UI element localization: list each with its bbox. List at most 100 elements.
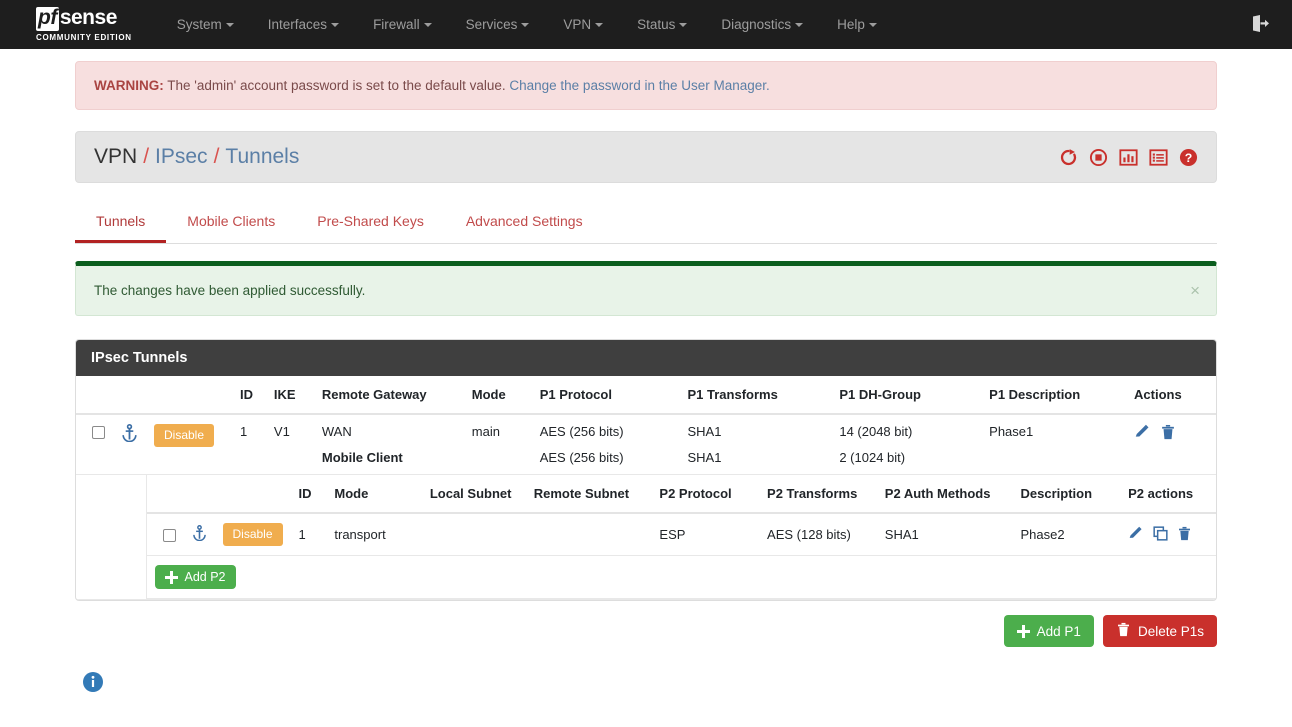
nav-label-help: Help (837, 17, 865, 32)
tab-tunnels[interactable]: Tunnels (75, 201, 167, 243)
p2-col-select (146, 475, 184, 514)
page-header: VPN / IPsec / Tunnels ? (75, 131, 1217, 183)
chevron-down-icon (795, 23, 804, 28)
nav-item-system[interactable]: System (160, 0, 251, 49)
p2-col-remote-subnet: Remote Subnet (525, 475, 652, 514)
nav-item-diagnostics[interactable]: Diagnostics (704, 0, 820, 49)
nav-item-vpn[interactable]: VPN (546, 0, 620, 49)
close-icon[interactable]: × (1190, 282, 1200, 299)
stop-service-icon[interactable] (1089, 148, 1108, 167)
warning-prefix: WARNING: (94, 78, 164, 93)
help-icon[interactable]: ? (1179, 148, 1198, 167)
breadcrumb-ipsec[interactable]: IPsec (155, 145, 208, 169)
nav-label-diagnostics: Diagnostics (721, 17, 792, 32)
warning-text: The 'admin' account password is set to t… (167, 78, 506, 93)
p2-col-auth-methods: P2 Auth Methods (876, 475, 1013, 514)
disable-p2-button[interactable]: Disable (222, 523, 283, 546)
info-icon[interactable] (82, 672, 104, 696)
edit-p2-icon[interactable] (1128, 526, 1143, 544)
table-row: Disable 1 V1 WAN Mobile Client main AES … (76, 414, 1216, 475)
p1-row-transforms: SHA1 SHA1 (679, 414, 832, 475)
tab-label-advanced-settings: Advanced Settings (465, 213, 583, 229)
edit-p1-icon[interactable] (1134, 424, 1150, 443)
chevron-down-icon (225, 23, 234, 28)
breadcrumb-separator: / (143, 145, 150, 168)
nav-label-interfaces: Interfaces (267, 17, 328, 32)
p2-col-transforms: P2 Transforms (759, 475, 877, 514)
anchor-icon[interactable] (192, 525, 207, 544)
p2-indent-cell (76, 474, 147, 600)
p1-table-head: ID IKE Remote Gateway Mode P1 Protocol P… (76, 376, 1216, 415)
p1-col-transforms: P1 Transforms (679, 376, 832, 415)
p1-col-mode: Mode (463, 376, 532, 415)
p1-col-protocol: P1 Protocol (531, 376, 680, 415)
p2-col-status (214, 475, 291, 514)
p1-row-ike: V1 (265, 414, 314, 475)
p1-row-checkbox[interactable] (92, 426, 105, 440)
pfsense-logo[interactable]: pf sense COMMUNITY EDITION (36, 7, 132, 41)
delete-p2-icon[interactable] (1177, 526, 1192, 544)
p2-col-anchor (183, 475, 215, 514)
p1-row-mode: main (463, 414, 532, 475)
delete-p1-icon[interactable] (1160, 424, 1176, 443)
copy-p2-icon[interactable] (1153, 525, 1168, 544)
p1-col-actions: Actions (1126, 376, 1216, 415)
breadcrumb: VPN / IPsec / Tunnels (94, 145, 299, 169)
brand-pf: pf (36, 6, 59, 31)
nav-item-status[interactable]: Status (620, 0, 704, 49)
chevron-down-icon (521, 23, 530, 28)
brand-logo-text: pf sense (36, 6, 132, 31)
breadcrumb-root: VPN (94, 145, 138, 168)
p2-row-checkbox[interactable] (162, 529, 176, 543)
nav-item-services[interactable]: Services (449, 0, 547, 49)
p2-row-actions (1120, 513, 1216, 556)
p2-header-row: ID Mode Local Subnet Remote Subnet P2 Pr… (146, 475, 1216, 514)
p1-col-remote-gateway: Remote Gateway (313, 376, 464, 415)
plus-icon (164, 570, 178, 584)
p1-row-id: 1 (231, 414, 266, 475)
chevron-down-icon (868, 23, 877, 28)
status-graph-icon[interactable] (1119, 148, 1138, 167)
delete-p1s-button[interactable]: Delete P1s (1102, 615, 1217, 647)
p1-remote-gateway-line2: Mobile Client (321, 450, 403, 465)
p1-protocol-line2: AES (256 bits) (539, 450, 624, 465)
p1-remote-gateway-line1: WAN (321, 424, 352, 439)
nav-label-vpn: VPN (563, 17, 592, 32)
p2-col-mode: Mode (326, 475, 422, 514)
success-alert: The changes have been applied successful… (75, 261, 1217, 316)
log-list-icon[interactable] (1149, 148, 1168, 167)
ipsec-tunnels-panel: IPsec Tunnels ID IKE Remote Gateway Mode… (75, 339, 1217, 601)
chevron-down-icon (331, 23, 340, 28)
add-p2-button[interactable]: Add P2 (154, 565, 236, 589)
breadcrumb-separator: / (213, 145, 220, 168)
logout-icon[interactable] (1250, 13, 1270, 36)
nav-label-status: Status (637, 17, 676, 32)
anchor-icon[interactable] (121, 424, 138, 445)
top-navbar: pf sense COMMUNITY EDITION System Interfa… (0, 0, 1292, 49)
nav-item-help[interactable]: Help (820, 0, 894, 49)
p2-row-local-subnet (421, 513, 526, 556)
add-p1-button[interactable]: Add P1 (1003, 615, 1094, 647)
nav-item-interfaces[interactable]: Interfaces (251, 0, 356, 49)
delete-p1s-label: Delete P1s (1137, 623, 1204, 639)
tab-advanced-settings[interactable]: Advanced Settings (445, 201, 604, 243)
p2-row-transforms: AES (128 bits) (759, 513, 877, 556)
disable-p1-button[interactable]: Disable (154, 424, 215, 447)
panel-title: IPsec Tunnels (76, 340, 1216, 376)
tab-label-tunnels: Tunnels (96, 213, 146, 229)
change-password-link[interactable]: Change the password in the User Manager. (509, 78, 769, 93)
ipsec-p2-table: ID Mode Local Subnet Remote Subnet P2 Pr… (146, 475, 1216, 599)
restart-service-icon[interactable] (1059, 148, 1078, 167)
nav-item-firewall[interactable]: Firewall (356, 0, 449, 49)
p2-col-id: ID (290, 475, 327, 514)
tab-bar: Tunnels Mobile Clients Pre-Shared Keys A… (75, 201, 1217, 244)
breadcrumb-tunnels[interactable]: Tunnels (225, 145, 299, 169)
tab-mobile-clients[interactable]: Mobile Clients (166, 201, 296, 243)
tab-label-pre-shared-keys: Pre-Shared Keys (317, 213, 424, 229)
tab-pre-shared-keys[interactable]: Pre-Shared Keys (296, 201, 445, 243)
p2-row-remote-subnet (525, 513, 652, 556)
p2-subtable-cell: ID Mode Local Subnet Remote Subnet P2 Pr… (146, 474, 1216, 600)
p1-col-anchor (113, 376, 146, 415)
p1-protocol-line1: AES (256 bits) (539, 424, 624, 439)
plus-icon (1016, 624, 1030, 638)
